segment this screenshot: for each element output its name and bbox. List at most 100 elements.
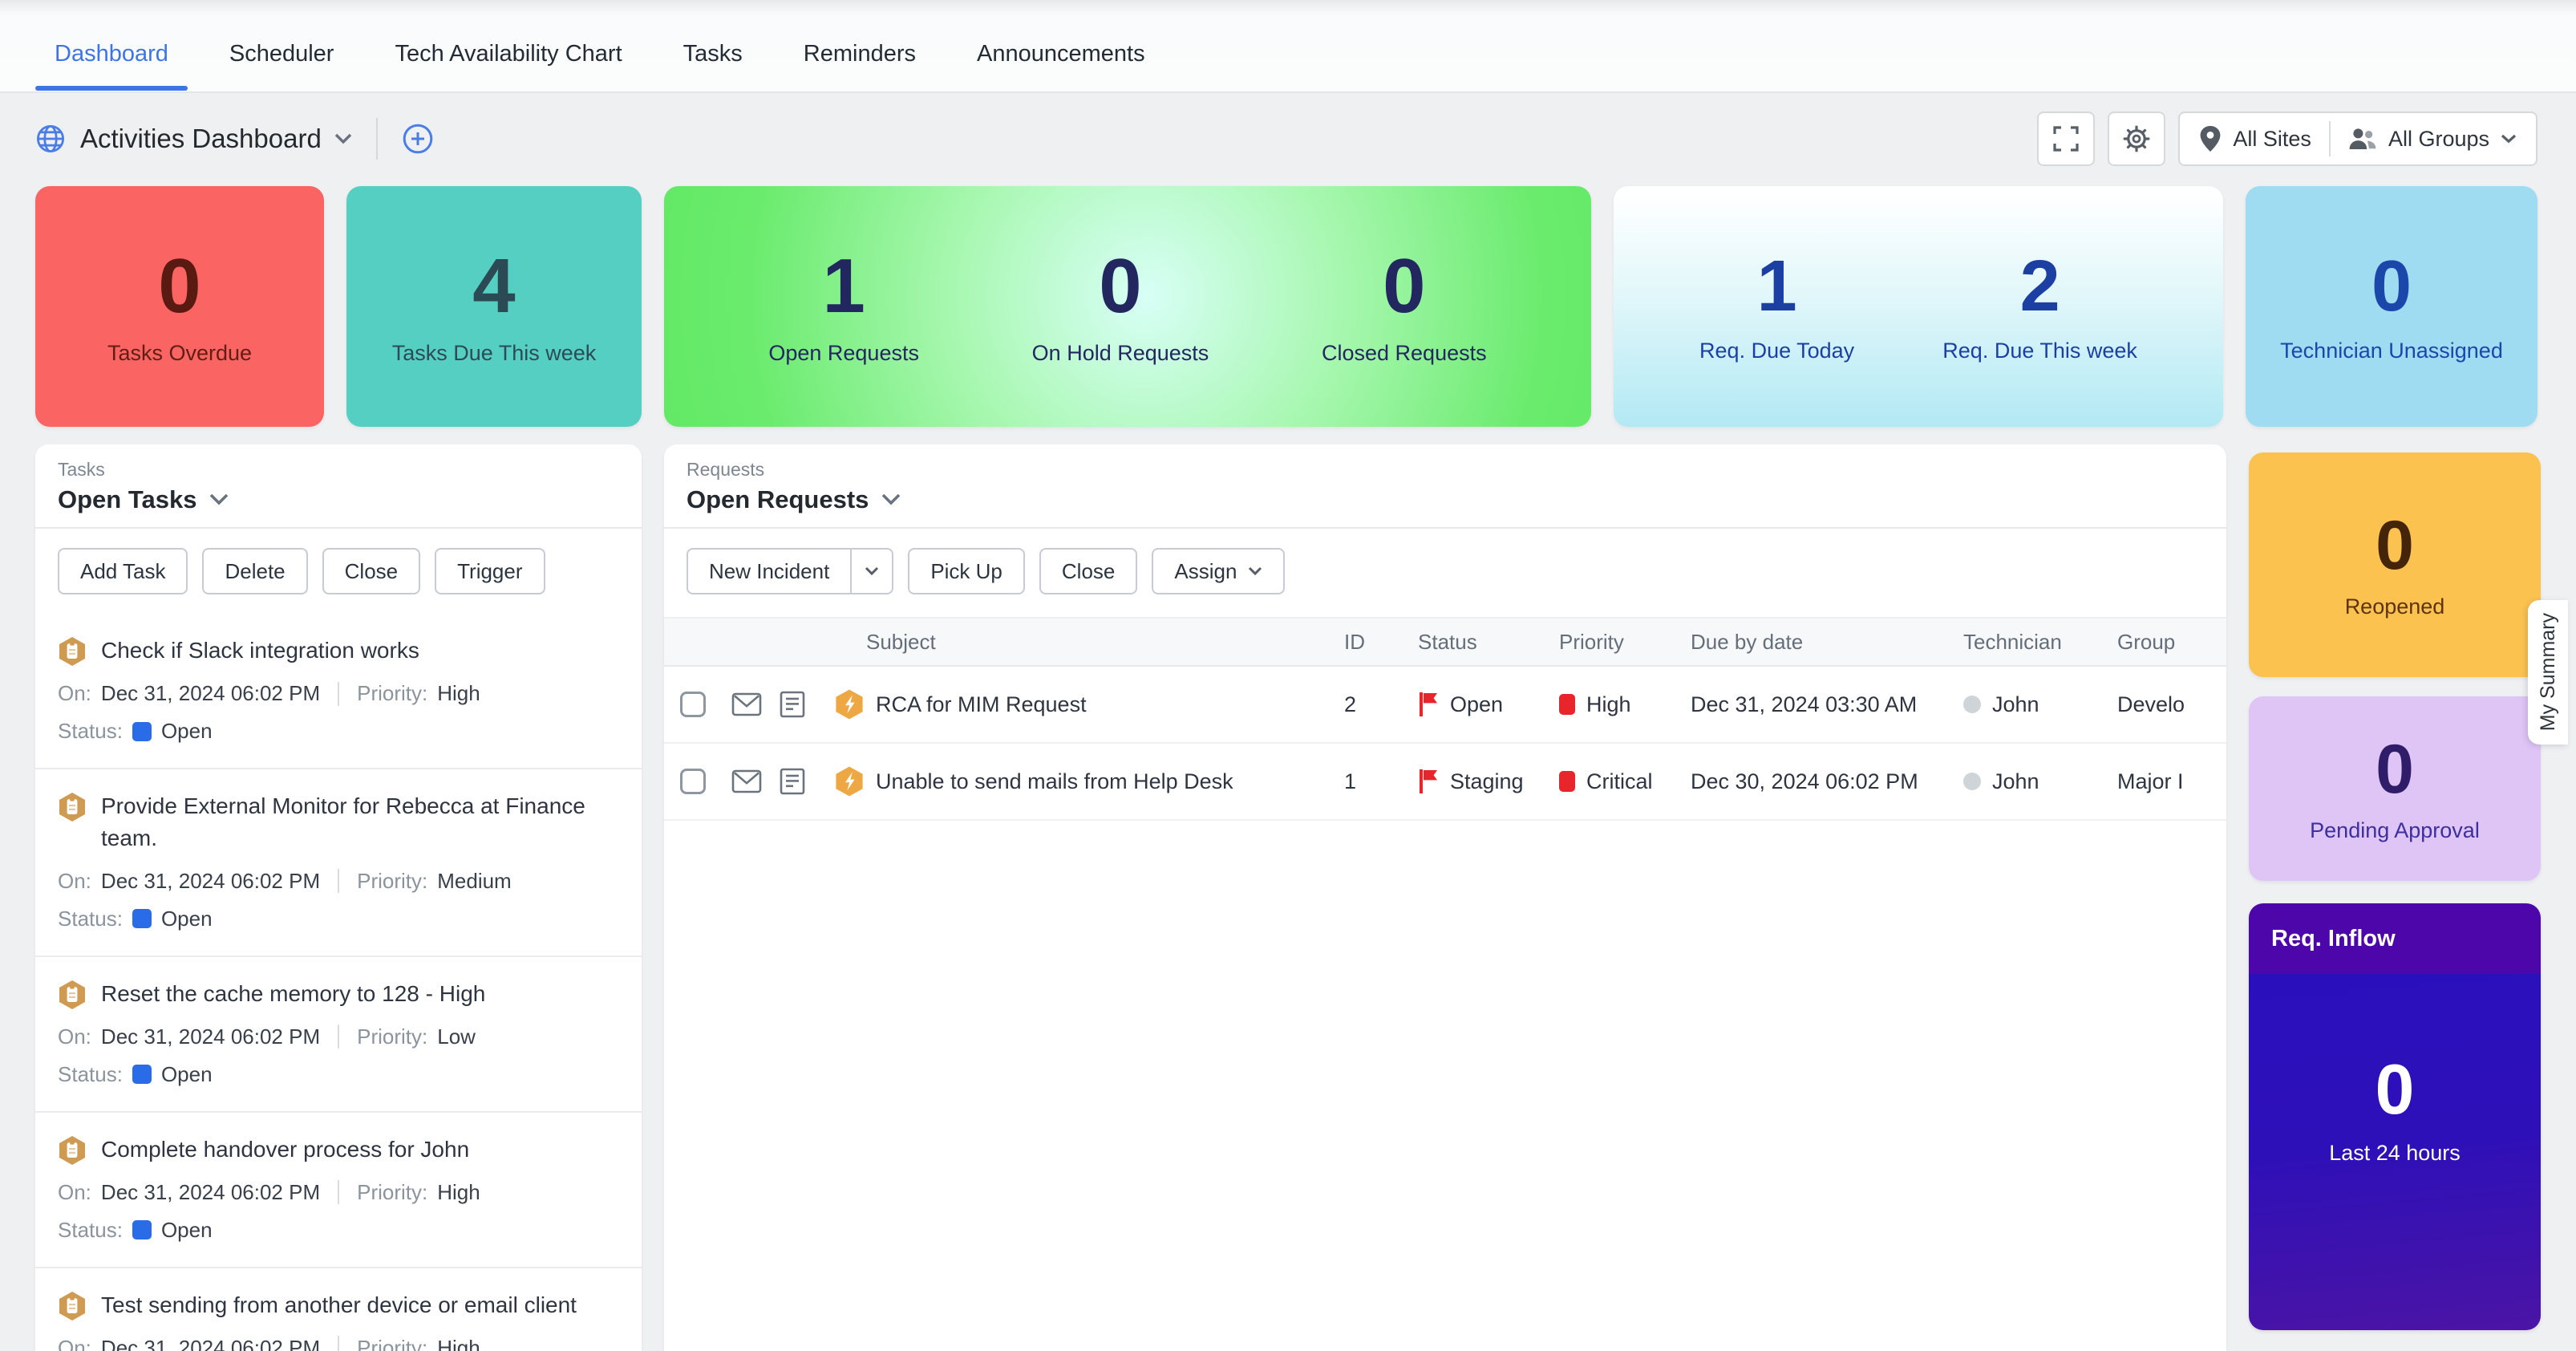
request-row[interactable]: RCA for MIM Request 2 Open High Dec 31, …: [664, 667, 2226, 744]
task-title: Test sending from another device or emai…: [101, 1289, 577, 1321]
req-inflow-title: Req. Inflow: [2249, 903, 2541, 974]
status-label: Status:: [58, 907, 123, 931]
task-priority: Low: [437, 1024, 476, 1049]
new-incident-caret-button[interactable]: [852, 548, 893, 594]
task-date: Dec 31, 2024 06:02 PM: [101, 1180, 320, 1205]
task-item[interactable]: Test sending from another device or emai…: [35, 1267, 642, 1351]
divider: [2329, 121, 2331, 156]
card-pending-approval[interactable]: 0 Pending Approval: [2249, 696, 2541, 881]
card-technician-unassigned[interactable]: 0 Technician Unassigned: [2246, 186, 2538, 427]
site-filter[interactable]: All Sites: [2199, 125, 2311, 152]
globe-icon: [35, 124, 66, 154]
new-incident-button[interactable]: New Incident: [687, 548, 852, 594]
col-status: Status: [1418, 630, 1559, 655]
tab-dashboard[interactable]: Dashboard: [35, 17, 188, 91]
assign-button-label: Assign: [1174, 559, 1237, 584]
request-technician: John: [1992, 692, 2039, 717]
tab-tasks[interactable]: Tasks: [664, 17, 762, 91]
trigger-task-button[interactable]: Trigger: [435, 548, 545, 594]
add-task-button[interactable]: Add Task: [58, 548, 188, 594]
tech-unassigned-label: Technician Unassigned: [2280, 339, 2503, 363]
row-checkbox[interactable]: [680, 769, 706, 794]
closed-requests-value: 0: [1383, 248, 1425, 325]
tab-reminders[interactable]: Reminders: [784, 17, 935, 91]
summary-cards-row: 0 Tasks Overdue 4 Tasks Due This week 1 …: [0, 185, 2576, 427]
top-navigation: Dashboard Scheduler Tech Availability Ch…: [0, 0, 2576, 93]
chevron-down-icon: [2501, 134, 2517, 144]
task-title: Reset the cache memory to 128 - High: [101, 978, 485, 1010]
task-item[interactable]: Reset the cache memory to 128 - High On:…: [35, 955, 642, 1111]
request-status: Staging: [1450, 769, 1524, 794]
activities-dashboard-page: Dashboard Scheduler Tech Availability Ch…: [0, 0, 2576, 1351]
task-priority: High: [437, 681, 480, 706]
mail-icon[interactable]: [731, 692, 780, 716]
requests-view-selector[interactable]: Open Requests: [687, 485, 2204, 514]
group-filter[interactable]: All Groups: [2348, 127, 2517, 152]
close-task-button[interactable]: Close: [322, 548, 420, 594]
priority-label: Priority:: [357, 681, 427, 706]
settings-button[interactable]: [2108, 112, 2165, 166]
task-item[interactable]: Complete handover process for John On: D…: [35, 1111, 642, 1267]
my-summary-tab[interactable]: My Summary: [2528, 600, 2568, 744]
priority-swatch: [1559, 771, 1575, 792]
close-request-button[interactable]: Close: [1039, 548, 1137, 594]
site-filter-label: All Sites: [2233, 127, 2311, 152]
tab-announcements[interactable]: Announcements: [958, 17, 1164, 91]
request-row[interactable]: Unable to send mails from Help Desk 1 St…: [664, 744, 2226, 821]
request-status: Open: [1450, 692, 1503, 717]
assign-button[interactable]: Assign: [1152, 548, 1285, 594]
col-due-by-date: Due by date: [1691, 630, 1963, 655]
row-checkbox[interactable]: [680, 692, 706, 717]
task-status: Open: [161, 1062, 213, 1087]
task-date: Dec 31, 2024 06:02 PM: [101, 681, 320, 706]
closed-requests-label: Closed Requests: [1322, 341, 1487, 366]
task-status: Open: [161, 719, 213, 744]
status-flag-icon: [1418, 691, 1439, 718]
delete-task-button[interactable]: Delete: [202, 548, 307, 594]
tasks-view-label: Open Tasks: [58, 485, 196, 514]
pick-up-button[interactable]: Pick Up: [908, 548, 1025, 594]
divider: [338, 1336, 339, 1351]
notes-icon[interactable]: [780, 768, 834, 795]
fullscreen-button[interactable]: [2037, 112, 2095, 166]
task-item[interactable]: Check if Slack integration works On: Dec…: [35, 614, 642, 768]
req-inflow-label: Last 24 hours: [2329, 1141, 2461, 1166]
tab-tech-availability-chart[interactable]: Tech Availability Chart: [375, 17, 641, 91]
reopened-label: Reopened: [2345, 594, 2445, 619]
tab-scheduler[interactable]: Scheduler: [210, 17, 354, 91]
card-reopened[interactable]: 0 Reopened: [2249, 452, 2541, 677]
notes-icon[interactable]: [780, 691, 834, 718]
task-date: Dec 31, 2024 06:02 PM: [101, 869, 320, 894]
dashboard-selector-caret[interactable]: [334, 133, 352, 144]
task-item[interactable]: Provide External Monitor for Rebecca at …: [35, 768, 642, 955]
mail-icon[interactable]: [731, 769, 780, 793]
requests-panel-category: Requests: [687, 459, 2204, 481]
main-content: Tasks Open Tasks Add Task Delete Close T…: [0, 427, 2576, 1330]
fullscreen-icon: [2053, 126, 2079, 152]
status-label: Status:: [58, 1218, 123, 1243]
request-subject[interactable]: RCA for MIM Request: [876, 692, 1087, 717]
card-req-due[interactable]: 1 Req. Due Today 2 Req. Due This week: [1614, 186, 2223, 427]
priority-swatch: [1559, 694, 1575, 715]
card-req-inflow[interactable]: Req. Inflow 0 Last 24 hours: [2249, 903, 2541, 1330]
on-label: On:: [58, 681, 91, 706]
request-id: 2: [1344, 692, 1418, 717]
open-status-swatch: [132, 1065, 152, 1084]
tasks-view-selector[interactable]: Open Tasks: [58, 485, 619, 514]
requests-table-header: Subject ID Status Priority Due by date T…: [664, 617, 2226, 667]
request-subject[interactable]: Unable to send mails from Help Desk: [876, 769, 1233, 794]
incident-badge-icon: [834, 765, 865, 797]
technician-avatar: [1963, 773, 1981, 790]
divider: [338, 869, 339, 893]
task-status: Open: [161, 907, 213, 931]
card-tasks-overdue[interactable]: 0 Tasks Overdue: [35, 186, 324, 427]
request-due-date: Dec 30, 2024 06:02 PM: [1691, 769, 1963, 794]
add-dashboard-button[interactable]: [402, 123, 434, 155]
card-tasks-due-week[interactable]: 4 Tasks Due This week: [346, 186, 642, 427]
divider: [338, 1180, 339, 1204]
card-requests-summary[interactable]: 1 Open Requests 0 On Hold Requests 0 Clo…: [664, 186, 1591, 427]
pending-approval-label: Pending Approval: [2310, 818, 2480, 843]
open-status-swatch: [132, 722, 152, 741]
divider: [338, 1024, 339, 1049]
divider: [338, 682, 339, 706]
